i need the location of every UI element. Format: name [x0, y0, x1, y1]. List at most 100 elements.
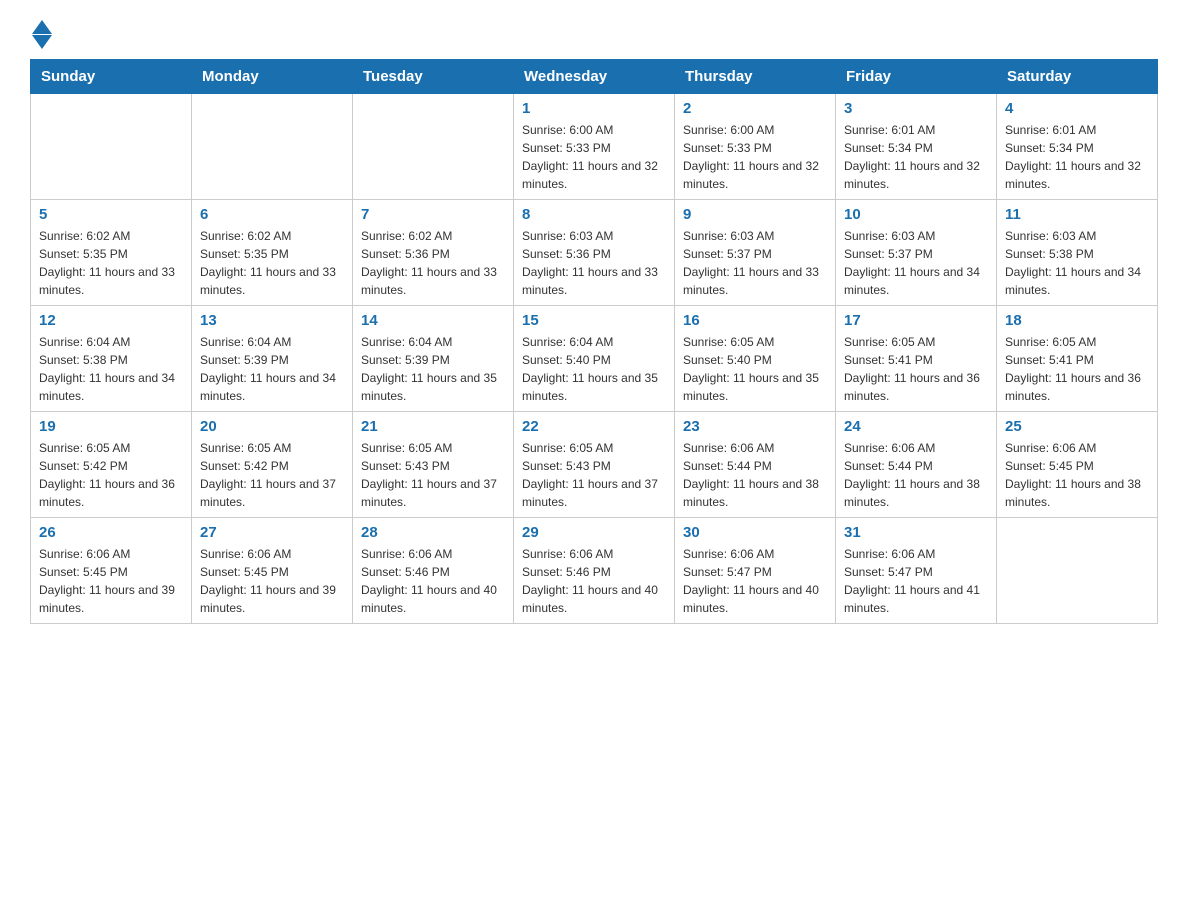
calendar-cell: 27 Sunrise: 6:06 AM Sunset: 5:45 PM Dayli… [192, 518, 353, 624]
day-number: 20 [200, 418, 344, 435]
day-info: Sunrise: 6:01 AM Sunset: 5:34 PM Dayligh… [1005, 121, 1149, 193]
day-number: 24 [844, 418, 988, 435]
calendar-cell: 19 Sunrise: 6:05 AM Sunset: 5:42 PM Dayli… [31, 412, 192, 518]
calendar-week-4: 19 Sunrise: 6:05 AM Sunset: 5:42 PM Dayli… [31, 412, 1158, 518]
calendar-cell: 25 Sunrise: 6:06 AM Sunset: 5:45 PM Dayli… [997, 412, 1158, 518]
day-number: 12 [39, 312, 183, 329]
calendar-cell: 10 Sunrise: 6:03 AM Sunset: 5:37 PM Dayli… [836, 200, 997, 306]
day-number: 7 [361, 206, 505, 223]
day-info: Sunrise: 6:02 AM Sunset: 5:35 PM Dayligh… [200, 227, 344, 299]
day-number: 6 [200, 206, 344, 223]
calendar: SundayMondayTuesdayWednesdayThursdayFrid… [30, 59, 1158, 624]
day-info: Sunrise: 6:02 AM Sunset: 5:35 PM Dayligh… [39, 227, 183, 299]
day-number: 14 [361, 312, 505, 329]
calendar-cell: 28 Sunrise: 6:06 AM Sunset: 5:46 PM Dayli… [353, 518, 514, 624]
calendar-cell: 11 Sunrise: 6:03 AM Sunset: 5:38 PM Dayli… [997, 200, 1158, 306]
calendar-week-1: 1 Sunrise: 6:00 AM Sunset: 5:33 PM Daylig… [31, 94, 1158, 200]
day-info: Sunrise: 6:04 AM Sunset: 5:40 PM Dayligh… [522, 333, 666, 405]
day-info: Sunrise: 6:06 AM Sunset: 5:45 PM Dayligh… [39, 545, 183, 617]
day-info: Sunrise: 6:03 AM Sunset: 5:38 PM Dayligh… [1005, 227, 1149, 299]
calendar-cell: 3Sunrise: 6:01 AM Sunset: 5:34 PM Daylig… [836, 94, 997, 200]
day-number: 1 [522, 100, 666, 117]
day-number: 16 [683, 312, 827, 329]
day-info: Sunrise: 6:00 AM Sunset: 5:33 PM Dayligh… [522, 121, 666, 193]
calendar-cell: 31 Sunrise: 6:06 AM Sunset: 5:47 PM Dayli… [836, 518, 997, 624]
day-info: Sunrise: 6:06 AM Sunset: 5:46 PM Dayligh… [361, 545, 505, 617]
day-info: Sunrise: 6:05 AM Sunset: 5:43 PM Dayligh… [361, 439, 505, 511]
day-info: Sunrise: 6:03 AM Sunset: 5:36 PM Dayligh… [522, 227, 666, 299]
calendar-cell: 21Sunrise: 6:05 AM Sunset: 5:43 PM Dayli… [353, 412, 514, 518]
day-number: 19 [39, 418, 183, 435]
day-number: 18 [1005, 312, 1149, 329]
calendar-cell: 9 Sunrise: 6:03 AM Sunset: 5:37 PM Daylig… [675, 200, 836, 306]
day-info: Sunrise: 6:06 AM Sunset: 5:45 PM Dayligh… [200, 545, 344, 617]
weekday-header-tuesday: Tuesday [353, 60, 514, 94]
day-info: Sunrise: 6:06 AM Sunset: 5:46 PM Dayligh… [522, 545, 666, 617]
day-info: Sunrise: 6:05 AM Sunset: 5:42 PM Dayligh… [200, 439, 344, 511]
day-info: Sunrise: 6:02 AM Sunset: 5:36 PM Dayligh… [361, 227, 505, 299]
weekday-header-sunday: Sunday [31, 60, 192, 94]
day-number: 26 [39, 524, 183, 541]
calendar-cell: 6 Sunrise: 6:02 AM Sunset: 5:35 PM Daylig… [192, 200, 353, 306]
calendar-cell: 13Sunrise: 6:04 AM Sunset: 5:39 PM Dayli… [192, 306, 353, 412]
logo [30, 20, 52, 49]
day-number: 9 [683, 206, 827, 223]
calendar-cell: 16Sunrise: 6:05 AM Sunset: 5:40 PM Dayli… [675, 306, 836, 412]
calendar-cell: 30 Sunrise: 6:06 AM Sunset: 5:47 PM Dayli… [675, 518, 836, 624]
day-number: 31 [844, 524, 988, 541]
day-number: 17 [844, 312, 988, 329]
day-info: Sunrise: 6:04 AM Sunset: 5:38 PM Dayligh… [39, 333, 183, 405]
day-number: 22 [522, 418, 666, 435]
day-number: 29 [522, 524, 666, 541]
calendar-cell: 12 Sunrise: 6:04 AM Sunset: 5:38 PM Dayli… [31, 306, 192, 412]
day-number: 10 [844, 206, 988, 223]
day-info: Sunrise: 6:05 AM Sunset: 5:41 PM Dayligh… [1005, 333, 1149, 405]
page-header [30, 20, 1158, 49]
day-info: Sunrise: 6:05 AM Sunset: 5:41 PM Dayligh… [844, 333, 988, 405]
day-number: 27 [200, 524, 344, 541]
calendar-week-3: 12 Sunrise: 6:04 AM Sunset: 5:38 PM Dayli… [31, 306, 1158, 412]
calendar-cell [353, 94, 514, 200]
day-number: 3 [844, 100, 988, 117]
calendar-cell: 2 Sunrise: 6:00 AM Sunset: 5:33 PM Daylig… [675, 94, 836, 200]
day-number: 2 [683, 100, 827, 117]
calendar-cell [192, 94, 353, 200]
weekday-header-friday: Friday [836, 60, 997, 94]
day-info: Sunrise: 6:00 AM Sunset: 5:33 PM Dayligh… [683, 121, 827, 193]
calendar-cell: 5Sunrise: 6:02 AM Sunset: 5:35 PM Daylig… [31, 200, 192, 306]
day-info: Sunrise: 6:06 AM Sunset: 5:44 PM Dayligh… [683, 439, 827, 511]
day-number: 11 [1005, 206, 1149, 223]
day-number: 23 [683, 418, 827, 435]
calendar-cell: 17 Sunrise: 6:05 AM Sunset: 5:41 PM Dayli… [836, 306, 997, 412]
day-info: Sunrise: 6:03 AM Sunset: 5:37 PM Dayligh… [683, 227, 827, 299]
calendar-cell: 8Sunrise: 6:03 AM Sunset: 5:36 PM Daylig… [514, 200, 675, 306]
calendar-cell: 15 Sunrise: 6:04 AM Sunset: 5:40 PM Dayli… [514, 306, 675, 412]
calendar-cell: 29 Sunrise: 6:06 AM Sunset: 5:46 PM Dayli… [514, 518, 675, 624]
day-number: 4 [1005, 100, 1149, 117]
day-number: 15 [522, 312, 666, 329]
calendar-week-2: 5Sunrise: 6:02 AM Sunset: 5:35 PM Daylig… [31, 200, 1158, 306]
day-info: Sunrise: 6:06 AM Sunset: 5:47 PM Dayligh… [683, 545, 827, 617]
day-info: Sunrise: 6:06 AM Sunset: 5:44 PM Dayligh… [844, 439, 988, 511]
calendar-cell [997, 518, 1158, 624]
weekday-header-thursday: Thursday [675, 60, 836, 94]
day-number: 30 [683, 524, 827, 541]
weekday-header-wednesday: Wednesday [514, 60, 675, 94]
day-number: 13 [200, 312, 344, 329]
day-info: Sunrise: 6:05 AM Sunset: 5:42 PM Dayligh… [39, 439, 183, 511]
calendar-cell: 1 Sunrise: 6:00 AM Sunset: 5:33 PM Daylig… [514, 94, 675, 200]
calendar-cell: 23 Sunrise: 6:06 AM Sunset: 5:44 PM Dayli… [675, 412, 836, 518]
calendar-cell: 22Sunrise: 6:05 AM Sunset: 5:43 PM Dayli… [514, 412, 675, 518]
day-info: Sunrise: 6:04 AM Sunset: 5:39 PM Dayligh… [361, 333, 505, 405]
calendar-cell: 24 Sunrise: 6:06 AM Sunset: 5:44 PM Dayli… [836, 412, 997, 518]
day-info: Sunrise: 6:06 AM Sunset: 5:47 PM Dayligh… [844, 545, 988, 617]
calendar-cell: 7 Sunrise: 6:02 AM Sunset: 5:36 PM Daylig… [353, 200, 514, 306]
day-number: 25 [1005, 418, 1149, 435]
day-info: Sunrise: 6:06 AM Sunset: 5:45 PM Dayligh… [1005, 439, 1149, 511]
calendar-cell: 26 Sunrise: 6:06 AM Sunset: 5:45 PM Dayli… [31, 518, 192, 624]
day-number: 28 [361, 524, 505, 541]
calendar-cell: 20 Sunrise: 6:05 AM Sunset: 5:42 PM Dayli… [192, 412, 353, 518]
day-info: Sunrise: 6:03 AM Sunset: 5:37 PM Dayligh… [844, 227, 988, 299]
weekday-header-row: SundayMondayTuesdayWednesdayThursdayFrid… [31, 60, 1158, 94]
weekday-header-saturday: Saturday [997, 60, 1158, 94]
